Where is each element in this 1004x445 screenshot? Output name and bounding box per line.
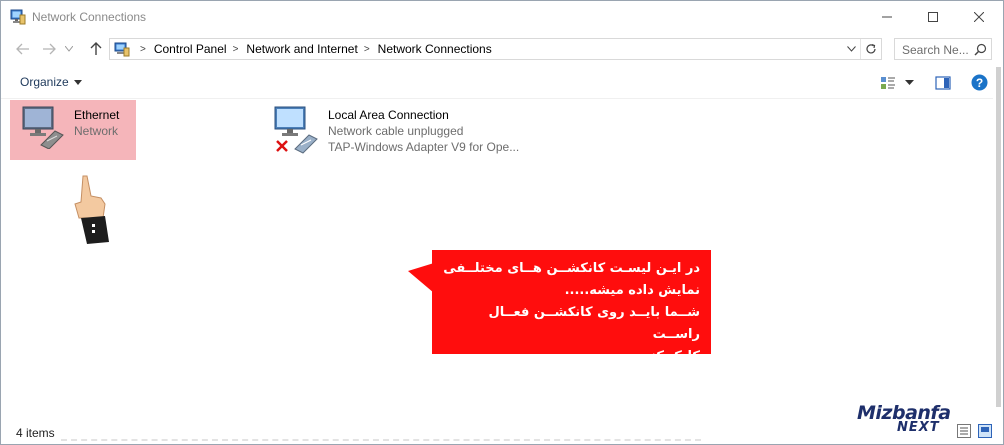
breadcrumb-separator-icon[interactable]: > [140, 44, 146, 55]
control-panel-icon [114, 42, 130, 57]
details-view-icon[interactable] [957, 424, 971, 438]
back-arrow-icon [16, 43, 29, 55]
breadcrumb-separator-icon[interactable]: > [233, 44, 239, 55]
window-title: Network Connections [32, 10, 147, 24]
title-bar: Network Connections [1, 1, 1003, 33]
help-icon[interactable]: ? [971, 74, 988, 91]
chevron-down-icon [846, 46, 856, 52]
address-bar[interactable]: > Control Panel > Network and Internet >… [109, 38, 882, 60]
svg-text:?: ? [976, 76, 983, 90]
organize-menu[interactable]: Organize [20, 75, 82, 89]
refresh-icon [866, 43, 876, 54]
search-input[interactable]: Search Ne... [902, 43, 969, 57]
organize-label: Organize [20, 75, 69, 89]
recent-locations-button[interactable] [63, 39, 75, 59]
breadcrumb-network-and-internet[interactable]: Network and Internet [246, 42, 357, 56]
callout-text: در ایـن لیسـت کانکشــن هــای مختلــفی نم… [443, 261, 700, 364]
maximize-button[interactable] [910, 1, 956, 33]
change-view-icon[interactable] [880, 75, 896, 91]
breadcrumb: > Control Panel > Network and Internet >… [134, 39, 492, 59]
up-arrow-icon [90, 42, 102, 55]
refresh-button[interactable] [860, 39, 881, 59]
callout-pointer [408, 263, 434, 293]
status-divider [61, 439, 701, 443]
search-box[interactable]: Search Ne... [894, 38, 992, 60]
address-history-button[interactable] [842, 39, 860, 59]
minimize-button[interactable] [864, 1, 910, 33]
connection-name: Local Area Connection [328, 108, 449, 122]
network-connections-icon [10, 9, 26, 25]
breadcrumb-control-panel[interactable]: Control Panel [154, 42, 227, 56]
close-icon [974, 12, 984, 22]
connection-status: Network [74, 124, 119, 138]
chevron-down-icon [65, 46, 73, 52]
network-adapter-icon [22, 106, 64, 149]
connection-adapter: TAP-Windows Adapter V9 for Ope... [328, 140, 520, 154]
connection-name: Ethernet [74, 108, 120, 122]
vertical-scrollbar[interactable] [994, 65, 1003, 415]
minimize-icon [882, 16, 892, 18]
breadcrumb-network-connections[interactable]: Network Connections [378, 42, 492, 56]
forward-arrow-icon [43, 43, 56, 55]
watermark-sub: NEXT [897, 420, 940, 435]
close-button[interactable] [956, 1, 1002, 33]
preview-pane-icon[interactable] [935, 75, 951, 91]
forward-button[interactable] [39, 39, 59, 59]
network-connections-window: Network Connections > Control Panel > Ne… [0, 0, 1004, 445]
pointing-hand-icon [74, 175, 109, 244]
disconnected-x-icon [276, 140, 288, 152]
up-button[interactable] [86, 39, 106, 59]
dropdown-arrow-icon [73, 79, 82, 85]
command-bar: Organize [1, 67, 993, 99]
large-icons-view-icon[interactable] [978, 424, 992, 438]
connection-status: Network cable unplugged [328, 124, 464, 138]
breadcrumb-separator-icon[interactable]: > [364, 44, 370, 55]
back-button[interactable] [13, 39, 33, 59]
maximize-icon [928, 12, 938, 22]
item-count: 4 items [16, 426, 55, 440]
view-options-dropdown-icon[interactable] [905, 80, 914, 86]
scrollbar-thumb[interactable] [996, 67, 1001, 407]
annotation-callout: در ایـن لیسـت کانکشــن هــای مختلــفی نم… [432, 250, 711, 364]
search-icon [974, 43, 987, 56]
